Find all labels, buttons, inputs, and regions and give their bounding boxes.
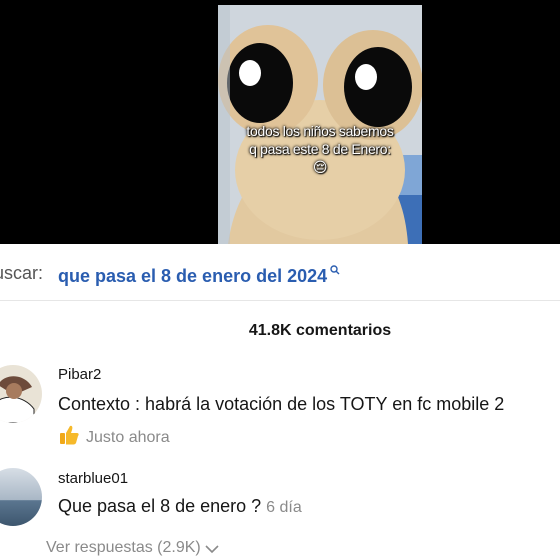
search-suggestion[interactable]: uscar: que pasa el 8 de enero del 2024 bbox=[0, 258, 560, 288]
video-caption: todos los niños sabemos q pasa este 8 de… bbox=[218, 122, 422, 176]
video-player[interactable]: todos los niños sabemos q pasa este 8 de… bbox=[0, 0, 560, 244]
comments-count: 41.8K comentarios bbox=[248, 322, 392, 339]
video-thumbnail[interactable]: todos los niños sabemos q pasa este 8 de… bbox=[218, 5, 422, 244]
search-prefix: uscar: bbox=[0, 263, 44, 283]
caption-line-1: todos los niños sabemos bbox=[246, 123, 394, 139]
search-query-text: que pasa el 8 de enero del 2024 bbox=[58, 266, 328, 286]
pensive-emoji: 😔 bbox=[312, 159, 328, 175]
comment-text: Que pasa el 8 de enero ? 6 día bbox=[58, 496, 302, 517]
comment-time: 6 día bbox=[266, 499, 302, 516]
comment-time: Justo ahora bbox=[86, 429, 170, 446]
search-icon bbox=[327, 265, 340, 278]
comment-username[interactable]: Pibar2 bbox=[58, 366, 101, 383]
avatar[interactable] bbox=[0, 365, 42, 423]
divider bbox=[0, 300, 560, 301]
comment-meta: Justo ahora bbox=[58, 424, 170, 447]
comment-username[interactable]: starblue01 bbox=[58, 470, 128, 487]
comment-item: starblue01 Que pasa el 8 de enero ? 6 dí… bbox=[0, 466, 560, 536]
comment-body: Que pasa el 8 de enero ? bbox=[58, 496, 262, 516]
chevron-down-icon bbox=[205, 541, 219, 559]
avatar[interactable] bbox=[0, 468, 42, 526]
search-query-link[interactable]: que pasa el 8 de enero del 2024 bbox=[58, 258, 340, 291]
caption-line-2: q pasa este 8 de Enero: bbox=[249, 141, 391, 157]
view-replies-label: Ver respuestas (2.9K) bbox=[46, 539, 201, 556]
comment-item: Pibar2 Contexto : habrá la votación de l… bbox=[0, 362, 560, 452]
thumbs-up-icon bbox=[58, 424, 80, 446]
view-replies-button[interactable]: Ver respuestas (2.9K) bbox=[46, 539, 219, 559]
comment-text: Contexto : habrá la votación de los TOTY… bbox=[58, 394, 505, 414]
